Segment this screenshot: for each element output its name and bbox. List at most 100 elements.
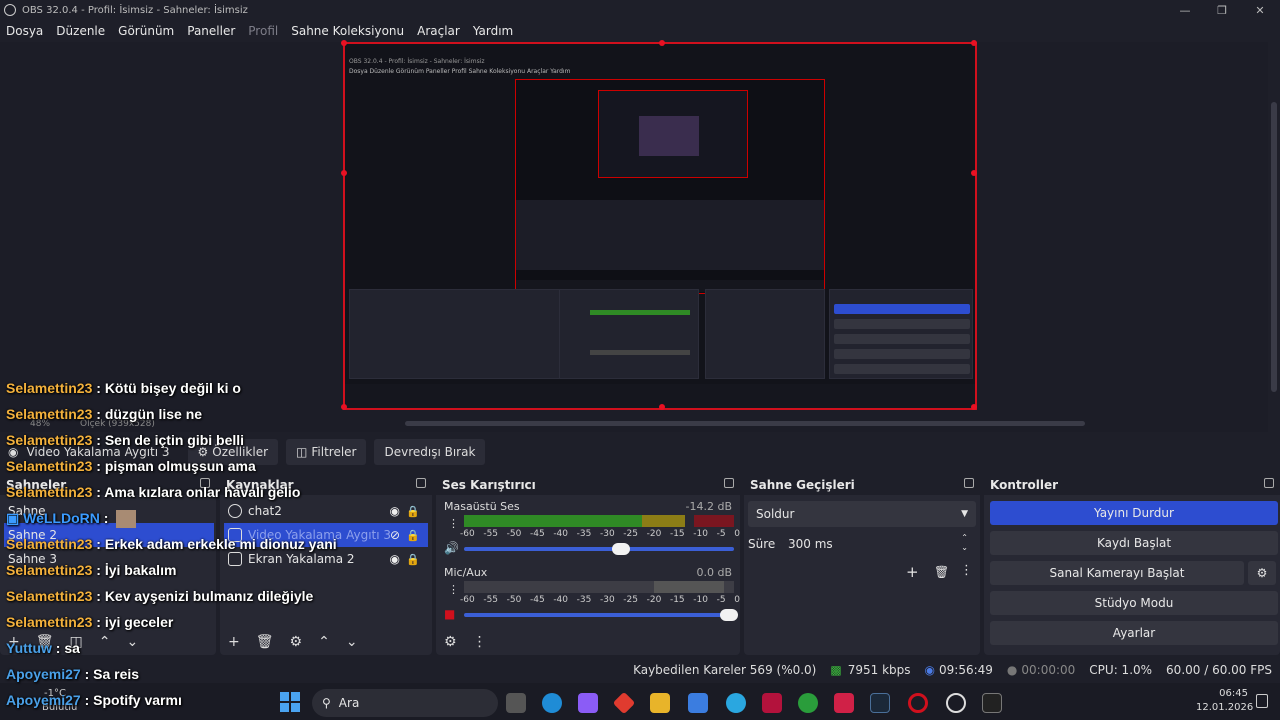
preview-canvas[interactable]: OBS 32.0.4 - Profil: İsimsiz - Sahneler:… [341,40,977,410]
duration-input[interactable]: 300 ms ⌃ ⌄ [780,531,976,557]
epic-games-icon[interactable] [982,693,1002,713]
start-virtual-camera-button[interactable]: Sanal Kamerayı Başlat [990,561,1244,585]
app-icon[interactable] [834,693,854,713]
db-tick-label: -35 [576,595,592,605]
move-up-icon[interactable]: ⌃ [99,634,111,650]
menu-docks[interactable]: Paneller [187,24,235,38]
db-scale: -60 -55 -50 -45 -40 -35 -30 -25 -20 -15 -10 -5 0 [460,595,740,605]
source-item[interactable]: chat2 ◉ 🔒 [224,499,428,523]
task-view-icon[interactable] [506,693,526,713]
maximize-button[interactable]: ❐ [1202,0,1242,20]
chat-text: : Sa reis [80,666,140,682]
transition-menu-icon[interactable]: ⋮ [960,563,973,578]
start-recording-button[interactable]: Kaydı Başlat [990,531,1278,555]
db-tick-label: -30 [599,529,615,539]
channel-menu-icon[interactable]: ⋮ [448,583,459,596]
db-tick-label: -60 [460,529,475,539]
obs-taskbar-icon[interactable] [946,693,966,713]
status-bar: Kaybedilen Kareler 569 (%0.0) ▩ 7951 kbp… [0,660,1280,680]
stream-time: 09:56:49 [939,663,993,677]
advanced-audio-icon[interactable]: ⚙ [444,634,457,650]
move-down-icon[interactable]: ⌄ [346,634,358,650]
add-source-icon[interactable]: + [228,634,240,650]
preview-vertical-scrollbar[interactable] [1268,42,1280,432]
volume-slider[interactable] [464,609,738,621]
sources-footer: + 🗑 ⚙ ⌃ ⌄ [220,629,432,655]
menu-help[interactable]: Yardım [473,24,513,38]
db-tick-label: -15 [669,595,685,605]
chat-username: Selamettin23 [6,536,93,552]
stop-streaming-button[interactable]: Yayını Durdur [990,501,1278,525]
remove-transition-icon[interactable]: 🗑 [934,565,949,579]
emote-image [116,510,137,529]
mini-window-title: OBS 32.0.4 - Profil: İsimsiz - Sahneler:… [349,58,485,65]
minimize-button[interactable]: — [1165,0,1205,20]
app-icon[interactable] [726,693,746,713]
add-transition-icon[interactable]: + [906,563,919,581]
source-properties-icon[interactable]: ⚙ [290,634,303,650]
undock-icon[interactable] [416,478,426,488]
chat-username: Selamettin23 [6,562,93,578]
cpu-usage: CPU: 1.0% [1089,663,1153,677]
lock-icon[interactable]: 🔒 [406,505,420,518]
mixer-menu-icon[interactable]: ⋮ [473,634,487,650]
antivirus-icon[interactable] [762,693,782,713]
mini-nested-preview-2 [598,90,748,178]
file-explorer-icon[interactable] [650,693,670,713]
chat-message: Selamettin23 : Ama kızlara onlar havalı … [6,484,300,500]
lock-icon[interactable]: 🔒 [406,553,420,566]
studio-mode-button[interactable]: Stüdyo Modu [990,591,1278,615]
transition-select[interactable]: Soldur ▼ [748,501,976,527]
speaker-icon[interactable]: 🔊 [444,541,459,555]
remove-source-icon[interactable]: 🗑 [256,634,274,650]
db-tick-label: -5 [716,595,726,605]
copilot-icon[interactable] [578,693,598,713]
undock-icon[interactable] [1264,478,1274,488]
menu-view[interactable]: Görünüm [118,24,174,38]
filters-button[interactable]: ◫ Filtreler [286,439,367,465]
chat-text: : pişman olmuşsun ama [92,458,256,474]
start-icon[interactable] [280,692,300,712]
move-up-icon[interactable]: ⌃ [318,634,330,650]
chat-text: : iyi geceler [92,614,174,630]
virtual-camera-settings-button[interactable]: ⚙ [1248,561,1276,585]
chat-message: Selamettin23 : Sen de içtin gibi belli [6,432,244,448]
gear-icon: ⚙ [1256,566,1268,580]
opera-icon[interactable] [908,693,928,713]
menu-tools[interactable]: Araçlar [417,24,460,38]
db-tick-label: -45 [529,529,545,539]
chat-message: Selamettin23 : düzgün lise ne [6,406,202,422]
mini-controls [829,289,973,379]
undock-icon[interactable] [724,478,734,488]
chrome-icon[interactable] [798,693,818,713]
undock-icon[interactable] [964,478,974,488]
mic-muted-icon[interactable]: ■ [444,607,455,621]
menu-edit[interactable]: Düzenle [56,24,105,38]
visibility-eye-icon[interactable]: ◉ [390,504,400,518]
edge-icon[interactable] [542,693,562,713]
menu-profile[interactable]: Profil [248,24,278,38]
menu-file[interactable]: Dosya [6,24,43,38]
menu-bar: Dosya Düzenle Görünüm Paneller Profil Sa… [0,20,1280,42]
volume-slider[interactable] [464,543,734,555]
store-icon[interactable] [688,693,708,713]
chat-username: Selamettin23 [6,458,93,474]
visibility-eye-icon[interactable]: ⊘ [390,528,400,542]
settings-button[interactable]: Ayarlar [990,621,1278,645]
chat-text: : Ama kızlara onlar havalı gelio [92,484,301,500]
channel-menu-icon[interactable]: ⋮ [448,517,459,530]
notification-icon[interactable] [1256,694,1268,708]
chat-username: Selamettin23 [6,380,93,396]
lock-icon[interactable]: 🔒 [406,529,420,542]
stream-icon: ◉ [924,663,935,677]
deactivate-button[interactable]: Devredışı Bırak [374,439,486,465]
visibility-eye-icon[interactable]: ◉ [390,552,400,566]
move-down-icon[interactable]: ⌄ [126,634,138,650]
spinner-icon[interactable]: ⌃ ⌄ [961,533,968,553]
chat-message: Apoyemi27 : Sa reis [6,666,139,682]
menu-scene-collection[interactable]: Sahne Koleksiyonu [291,24,404,38]
taskbar-search[interactable]: ⚲ Ara [312,689,498,717]
close-button[interactable]: ✕ [1240,0,1280,20]
window-title: OBS 32.0.4 - Profil: İsimsiz - Sahneler:… [22,4,248,16]
steam-icon[interactable] [870,693,890,713]
